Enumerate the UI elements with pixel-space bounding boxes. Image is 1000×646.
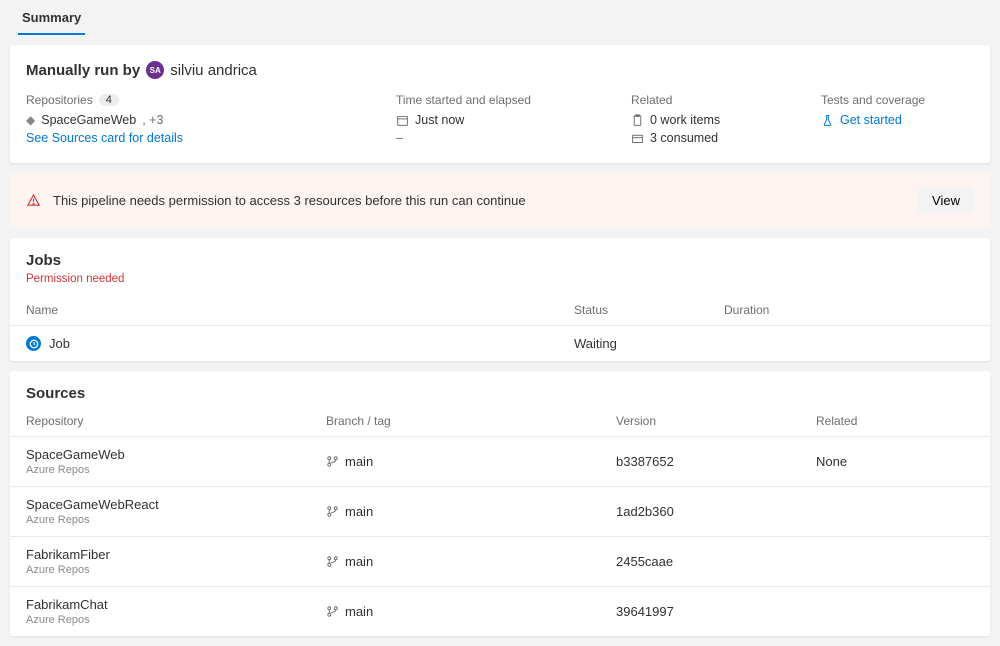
flask-icon [821,114,834,127]
work-items: 0 work items [650,113,720,127]
branch-name: main [345,554,373,569]
jobs-title: Jobs [10,238,990,273]
repo-source: Azure Repos [26,464,326,476]
repositories-column: Repositories 4 ◆ SpaceGameWeb , +3 See S… [26,93,386,149]
repo-name: SpaceGameWeb [26,447,326,462]
run-prefix: Manually run by [26,62,140,79]
branch-name: main [345,454,373,469]
version: 1ad2b360 [616,504,816,519]
sources-card: Sources Repository Branch / tag Version … [10,371,990,636]
version: 2455caae [616,554,816,569]
tabs-bar: Summary [0,0,1000,35]
version: b3387652 [616,454,816,469]
repo-name: FabrikamChat [26,597,326,612]
job-status: Waiting [574,336,724,351]
repositories-label: Repositories [26,93,93,107]
branch-name: main [345,504,373,519]
branch-icon [326,455,339,468]
tests-label: Tests and coverage [821,93,974,107]
extra-repos: , +3 [142,113,163,127]
repo-name: SpaceGameWebReact [26,497,326,512]
sources-header-related: Related [816,414,974,428]
version: 39641997 [616,604,816,619]
jobs-header-duration: Duration [724,303,874,317]
warning-text: This pipeline needs permission to access… [53,193,906,208]
job-name: Job [49,336,70,351]
run-summary-card: Manually run by SA silviu andrica Reposi… [10,45,990,163]
avatar: SA [146,61,164,79]
calendar-icon [396,114,409,127]
jobs-table-header: Name Status Duration [10,295,990,326]
repositories-count-badge: 4 [99,94,119,106]
related-column: Related 0 work items 3 consumed [631,93,811,149]
sources-header-repository: Repository [26,414,326,428]
primary-repo: SpaceGameWeb [41,113,136,127]
user-name: silviu andrica [170,62,257,79]
jobs-card: Jobs Permission needed Name Status Durat… [10,238,990,361]
tab-summary[interactable]: Summary [18,0,85,35]
time-started: Just now [415,113,464,127]
sources-header-version: Version [616,414,816,428]
table-row[interactable]: SpaceGameWeb Azure Repos main b3387652None [10,437,990,487]
view-button[interactable]: View [918,187,974,214]
branch-icon [326,505,339,518]
package-icon [631,132,644,145]
repo-source: Azure Repos [26,514,326,526]
related-label: Related [631,93,811,107]
time-column: Time started and elapsed Just now – [396,93,621,149]
table-row[interactable]: FabrikamFiber Azure Repos main 2455caae [10,537,990,587]
warning-icon [26,193,41,208]
tests-column: Tests and coverage Get started [821,93,974,149]
table-row[interactable]: Job Waiting [10,326,990,361]
table-row[interactable]: SpaceGameWebReact Azure Repos main 1ad2b360 [10,487,990,537]
sources-table-header: Repository Branch / tag Version Related [10,406,990,437]
clock-icon [26,336,41,351]
repo-source: Azure Repos [26,614,326,626]
jobs-header-status: Status [574,303,724,317]
consumed: 3 consumed [650,131,718,145]
permission-warning: This pipeline needs permission to access… [10,173,990,228]
repo-name: FabrikamFiber [26,547,326,562]
run-title: Manually run by SA silviu andrica [26,61,974,79]
table-row[interactable]: FabrikamChat Azure Repos main 39641997 [10,587,990,636]
repo-source: Azure Repos [26,564,326,576]
repo-icon: ◆ [26,113,35,127]
branch-icon [326,605,339,618]
sources-header-branch: Branch / tag [326,414,616,428]
clipboard-icon [631,114,644,127]
branch-icon [326,555,339,568]
permission-needed-label: Permission needed [10,273,990,295]
branch-name: main [345,604,373,619]
get-started-link[interactable]: Get started [840,113,902,127]
time-label: Time started and elapsed [396,93,621,107]
see-sources-link[interactable]: See Sources card for details [26,131,386,145]
jobs-header-name: Name [26,303,574,317]
time-elapsed: – [396,131,621,145]
related: None [816,454,974,469]
sources-title: Sources [10,371,990,406]
